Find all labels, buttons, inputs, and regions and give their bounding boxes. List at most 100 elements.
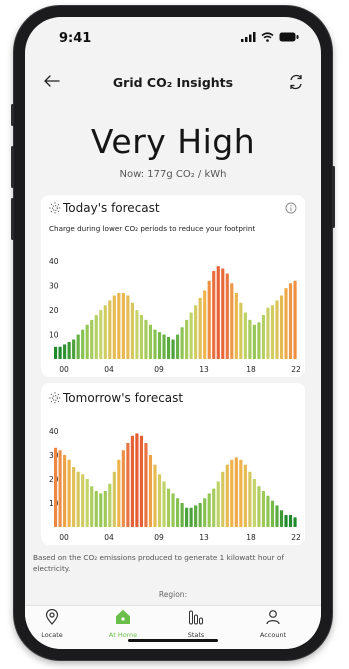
forecast-bar <box>139 315 144 359</box>
forecast-bar <box>162 481 166 527</box>
status-time: 9:41 <box>59 31 92 46</box>
forecast-bar <box>243 464 247 527</box>
x-tick-label: 04 <box>104 365 114 374</box>
forecast-bar <box>63 455 67 527</box>
power-button <box>332 166 335 228</box>
forecast-bar <box>261 491 266 527</box>
tab-account-label: Account <box>259 631 287 639</box>
forecast-bar <box>212 488 216 527</box>
co2-level-heading: Very High <box>90 122 256 161</box>
forecast-bar <box>58 346 62 359</box>
x-tick-label: 13 <box>199 365 209 374</box>
forecast-bar <box>157 474 162 527</box>
forecast-bar <box>212 271 216 359</box>
forecast-bar <box>103 305 107 359</box>
location-pin-icon <box>45 608 59 625</box>
forecast-bar <box>135 433 139 527</box>
user-icon <box>266 610 280 625</box>
x-tick-label: 09 <box>154 365 164 374</box>
forecast-bar <box>85 324 89 359</box>
refresh-icon[interactable] <box>287 73 305 91</box>
forecast-bar <box>221 471 225 527</box>
forecast-bar <box>90 319 94 359</box>
y-tick-label: 30 <box>49 451 59 460</box>
forecast-bar <box>284 288 288 359</box>
forecast-bar <box>198 503 202 527</box>
phone-frame: 9:41 Grid CO₂ Insights Very High Now: 17… <box>11 6 335 660</box>
forecast-bar <box>230 283 234 359</box>
status-bar: 9:41 <box>25 17 321 51</box>
x-tick-label: 22 <box>291 533 301 542</box>
forecast-bar <box>279 295 284 359</box>
forecast-bar <box>239 302 243 359</box>
forecast-bar <box>225 464 229 527</box>
forecast-bar <box>216 266 220 359</box>
x-tick-label: 04 <box>104 533 114 542</box>
forecast-bar <box>162 334 166 359</box>
forecast-bar <box>117 459 121 527</box>
battery-icon <box>279 32 299 42</box>
forecast-bar <box>284 515 288 527</box>
forecast-bar <box>225 273 229 359</box>
forecast-bar <box>99 493 103 527</box>
forecast-bar <box>103 491 107 527</box>
current-intensity: Now: 177g CO₂ / kWh <box>119 169 227 180</box>
forecast-bar <box>248 319 252 359</box>
y-tick-label: 30 <box>49 282 59 291</box>
tab-stats[interactable]: Stats <box>161 609 231 639</box>
forecast-bar <box>176 334 180 359</box>
today-forecast-card: Today's forecast Charge during lower CO₂… <box>41 195 305 377</box>
forecast-bar <box>99 310 103 359</box>
tab-at-home[interactable]: At Home <box>88 609 158 639</box>
forecast-bar <box>194 305 198 359</box>
forecast-bar <box>58 450 62 527</box>
app-screen: 9:41 Grid CO₂ Insights Very High Now: 17… <box>25 17 321 649</box>
forecast-bar <box>130 302 134 359</box>
forecast-bar <box>189 507 193 527</box>
cellular-signal-icon <box>241 32 256 42</box>
forecast-bar <box>72 467 76 527</box>
forecast-bar <box>67 341 71 359</box>
forecast-bar <box>94 491 98 527</box>
tab-locate[interactable]: Locate <box>25 608 87 639</box>
x-tick-label: 18 <box>246 365 256 374</box>
y-tick-label: 40 <box>49 257 59 266</box>
forecast-bar <box>166 337 171 359</box>
y-tick-label: 40 <box>49 427 59 436</box>
forecast-bar <box>148 455 153 527</box>
home-indicator <box>128 639 218 642</box>
forecast-bar <box>248 471 252 527</box>
forecast-bar <box>221 268 225 359</box>
forecast-bar <box>207 280 211 359</box>
forecast-bar <box>293 517 297 527</box>
tomorrow-chart-svg: 10 20 30 40 00 04 09 13 18 22 <box>49 427 301 542</box>
forecast-bar <box>275 505 279 527</box>
forecast-bar <box>261 315 266 359</box>
forecast-bar <box>76 334 80 359</box>
forecast-bar <box>108 483 112 527</box>
x-tick-label: 22 <box>291 365 301 374</box>
forecast-bar <box>252 324 256 359</box>
x-tick-label: 13 <box>199 533 209 542</box>
forecast-bar <box>270 500 275 527</box>
forecast-bar <box>230 459 234 527</box>
y-tick-label: 10 <box>49 499 59 508</box>
forecast-bar <box>63 344 67 359</box>
forecast-bar <box>194 505 198 527</box>
volume-down-button <box>11 198 14 240</box>
y-tick-label: 10 <box>49 331 59 340</box>
forecast-bar <box>189 312 193 359</box>
forecast-bar <box>180 503 184 527</box>
forecast-bar <box>266 307 270 359</box>
today-chart-svg: 10 20 30 40 00 04 09 13 18 22 <box>49 257 301 374</box>
forecast-bar <box>81 329 85 359</box>
tab-account[interactable]: Account <box>238 609 308 639</box>
forecast-bar <box>171 339 175 359</box>
wifi-icon <box>261 32 274 42</box>
forecast-bar <box>243 312 247 359</box>
page-title: Grid CO₂ Insights <box>112 75 234 90</box>
forecast-bar <box>207 493 211 527</box>
forecast-bar <box>185 507 189 527</box>
region-label: Region: <box>158 590 188 599</box>
forecast-bar <box>144 443 148 527</box>
